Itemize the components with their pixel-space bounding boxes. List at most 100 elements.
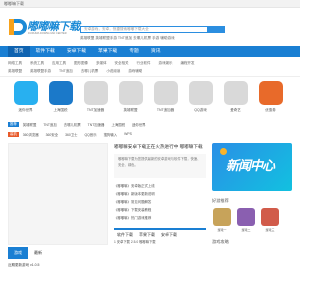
tag-link[interactable]: TNT追加 (43, 122, 56, 127)
nav-item-home[interactable]: 首页 (8, 46, 30, 57)
tag-link[interactable]: 迷你世界 (132, 122, 146, 127)
game-thumb[interactable]: 游戏三 (260, 208, 280, 232)
main-nav: 首页 软件下载 安卓下载 苹果下载 专题 资讯 (0, 46, 300, 57)
tab-software[interactable]: 软件下载 (114, 230, 136, 239)
sub-nav: 网络工具 系统工具 应用工具 图形图像 多媒体 安全相关 行业软件 游戏娱乐 编… (0, 57, 300, 77)
subnav-link[interactable]: 小说阅读 (106, 67, 120, 75)
subnav-link[interactable]: 行业软件 (137, 59, 151, 67)
nav-item-apple[interactable]: 苹果下载 (92, 46, 123, 57)
tab-latest[interactable]: 最新 (28, 247, 48, 259)
tag-link[interactable]: 搜狗输入 (104, 132, 118, 137)
app-name: 爱奇艺 (230, 108, 241, 112)
app-icon (83, 81, 108, 105)
tab-games[interactable]: 游戏 (8, 247, 28, 259)
news-item[interactable]: 《嘟嘟嘛》下载安装教程 (114, 206, 206, 214)
game-thumbs: 游戏一 游戏二 游戏三 (212, 208, 292, 232)
slider-column: 游戏 最新 近期更新游戏 v1.0.5 (8, 143, 108, 269)
game-name: 游戏三 (265, 228, 275, 232)
rank-row[interactable]: 1 安卓下载 2.5.0 嘟嘟嘛下载 (114, 239, 206, 246)
banner-text: 新闻中心 (226, 158, 275, 173)
game-icon (213, 208, 231, 226)
news-banner[interactable]: 新闻中心 (212, 143, 292, 191)
subnav-link[interactable]: 英雄联盟手游 (30, 67, 51, 75)
subnav-link[interactable]: 编程开发 (181, 59, 195, 67)
tag-link[interactable]: 360浏览器 (23, 132, 39, 137)
image-slider[interactable] (8, 143, 108, 245)
app-icon (13, 81, 38, 105)
app-name: TNT追加器 (156, 108, 175, 112)
nav-item-android[interactable]: 安卓下载 (61, 46, 92, 57)
news-item[interactable]: 《嘟嘟嘛》热门游戏推荐 (114, 214, 206, 222)
tag-link[interactable]: TNT加速器 (88, 122, 105, 127)
download-tabs: 软件下载 苹果下载 安卓下载 (114, 228, 206, 239)
app-name: QQ游戏 (194, 108, 207, 112)
subnav-link[interactable]: 游戏娱乐 (159, 59, 173, 67)
slider-foot[interactable]: 近期更新游戏 v1.0.5 (8, 262, 108, 269)
subnav-row-2: 英雄联盟 英雄联盟手游 TNT追加 去哪儿机票 小说阅读 游戏辅助 (8, 67, 292, 75)
tag-row-install: 装机 360浏览器 360安全 360卫士 QQ音乐 搜狗输入 WPS (0, 129, 300, 139)
app-name: TNT加速器 (86, 108, 105, 112)
game-name: 游戏二 (241, 228, 251, 232)
app-name: 英雄联盟 (123, 108, 138, 112)
subnav-link[interactable]: 图形图像 (74, 59, 88, 67)
logo-icon (9, 19, 27, 35)
app-tile[interactable]: QQ游戏 (183, 81, 218, 119)
app-tile[interactable]: 爱奇艺 (218, 81, 253, 119)
subnav-link[interactable]: 去哪儿机票 (81, 67, 99, 75)
app-icon (48, 81, 73, 105)
subnav-link[interactable]: 英雄联盟 (8, 67, 22, 75)
game-thumb[interactable]: 游戏二 (236, 208, 256, 232)
site-logo[interactable]: 嘟嘟嘛下载 DUDUMA DOWNLOAD CENTER (7, 16, 80, 40)
tab-android[interactable]: 安卓下载 (158, 230, 180, 239)
app-name: 优惠券 (265, 108, 276, 112)
search-button[interactable] (207, 26, 225, 33)
tag-link[interactable]: 上海国税 (111, 122, 125, 127)
subnav-link[interactable]: 应用工具 (52, 59, 66, 67)
news-column: 嘟嘟嘛安卓下载正在火热进行中 嘟嘟嘛下载 嘟嘟嘛下载为您提供最新的安卓游戏与软件… (114, 143, 206, 269)
slider-tabs: 游戏 最新 (8, 247, 108, 259)
tag-label: 推荐 (8, 121, 19, 127)
tag-link[interactable]: WPS (124, 132, 132, 136)
game-icon (237, 208, 255, 226)
subnav-link[interactable]: TNT追加 (59, 67, 73, 75)
nav-item-topics[interactable]: 专题 (123, 46, 145, 57)
subnav-link[interactable]: 安全相关 (115, 59, 129, 67)
tag-link[interactable]: 英雄联盟 (23, 122, 37, 127)
logo-subtitle: DUDUMA DOWNLOAD CENTER (28, 32, 67, 35)
tab-apple[interactable]: 苹果下载 (136, 230, 158, 239)
app-tile[interactable]: 英雄联盟 (113, 81, 148, 119)
subnav-link[interactable]: 系统工具 (30, 59, 44, 67)
game-icon (261, 208, 279, 226)
app-tile[interactable]: 迷你世界 (8, 81, 43, 119)
subnav-row-1: 网络工具 系统工具 应用工具 图形图像 多媒体 安全相关 行业软件 游戏娱乐 编… (8, 59, 292, 67)
side-column: 新闻中心 好游推荐 游戏一 游戏二 游戏三 游戏攻略 (212, 143, 292, 269)
news-summary: 嘟嘟嘛下载为您提供最新的安卓游戏与软件下载，快速、安全、绿色。 (114, 154, 206, 178)
tag-link[interactable]: 去哪儿机票 (64, 122, 81, 127)
tag-link[interactable]: 360安全 (46, 132, 58, 137)
app-tile[interactable]: TNT追加器 (148, 81, 183, 119)
news-list: 《嘟嘟嘛》安卓版正式上线 《嘟嘟嘛》新版本更新说明 《嘟嘟嘛》常见问题解答 《嘟… (114, 182, 206, 222)
search-input[interactable]: 安卓游戏，安卓，快捷搜索嘟嘟下载大全 (80, 26, 208, 33)
nav-item-news[interactable]: 资讯 (145, 46, 167, 57)
tag-link[interactable]: QQ音乐 (85, 132, 97, 137)
game-thumb[interactable]: 游戏一 (212, 208, 232, 232)
featured-apps: 迷你世界 上海国税 TNT加速器 英雄联盟 TNT追加器 QQ游戏 爱奇艺 优惠… (0, 77, 300, 119)
subnav-link[interactable]: 网络工具 (8, 59, 22, 67)
top-bar: 嘟嘟嘛下载 (0, 0, 300, 8)
nav-item-software[interactable]: 软件下载 (30, 46, 61, 57)
app-icon (188, 81, 213, 105)
news-item[interactable]: 《嘟嘟嘛》安卓版正式上线 (114, 182, 206, 190)
hot-words[interactable]: 英雄联盟 英雄联盟手游 TNT追加 去哪儿机票 手游 辅助游戏 (80, 36, 175, 41)
subnav-link[interactable]: 游戏辅助 (128, 67, 142, 75)
tag-link[interactable]: 360卫士 (65, 132, 77, 137)
news-headline[interactable]: 嘟嘟嘛安卓下载正在火热进行中 嘟嘟嘛下载 (114, 143, 206, 150)
top-bar-text[interactable]: 嘟嘟嘛下载 (4, 1, 24, 6)
app-tile[interactable]: 上海国税 (43, 81, 78, 119)
news-item[interactable]: 《嘟嘟嘛》新版本更新说明 (114, 190, 206, 198)
game-name: 游戏一 (217, 228, 227, 232)
news-item[interactable]: 《嘟嘟嘛》常见问题解答 (114, 198, 206, 206)
app-tile[interactable]: 优惠券 (253, 81, 288, 119)
app-icon (118, 81, 143, 105)
subnav-link[interactable]: 多媒体 (96, 59, 107, 67)
app-tile[interactable]: TNT加速器 (78, 81, 113, 119)
